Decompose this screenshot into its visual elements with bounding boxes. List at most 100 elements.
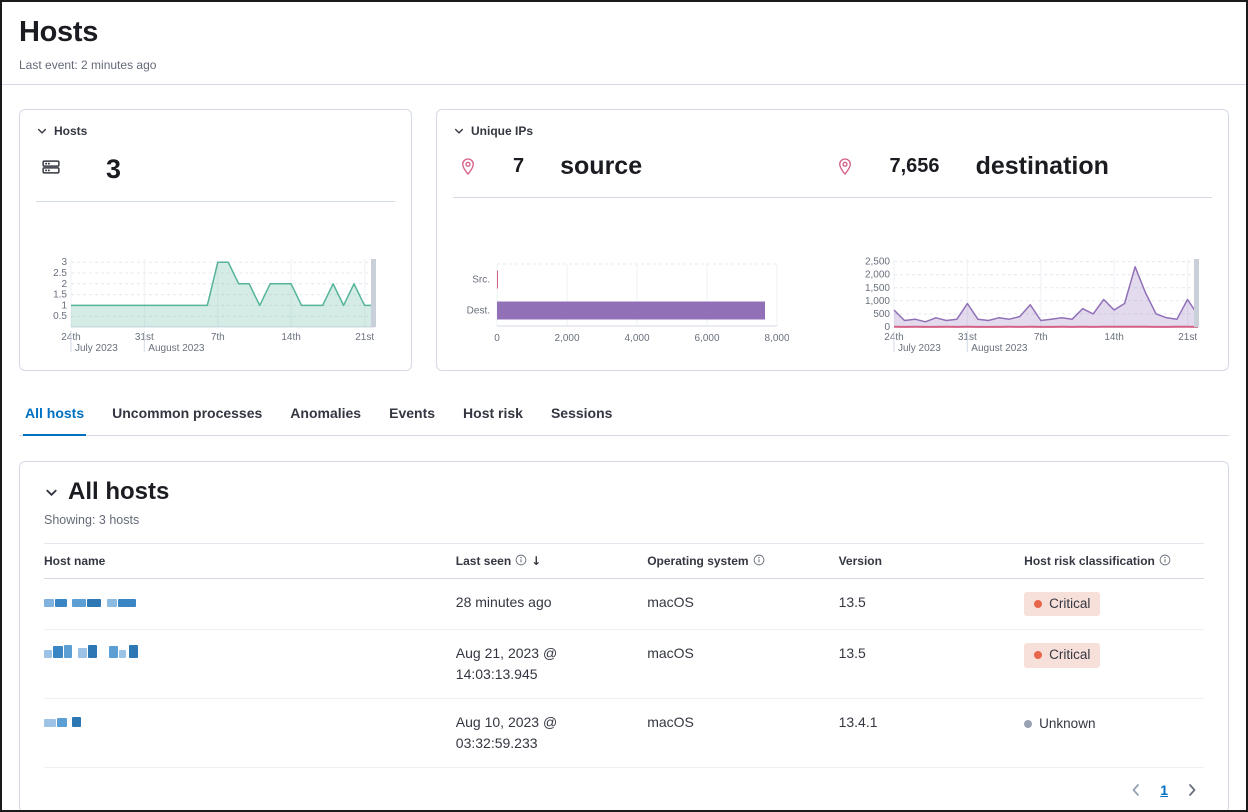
unique-ips-panel-title: Unique IPs (471, 124, 533, 138)
tab-sessions[interactable]: Sessions (549, 397, 614, 436)
host-row-1: 28 minutes agomacOS13.5Critical (44, 579, 1204, 630)
column-header-operating-system[interactable]: Operating system (647, 544, 838, 579)
prev-page-button[interactable] (1124, 778, 1148, 802)
chevron-left-icon (1128, 782, 1144, 798)
version-cell: 13.5 (839, 630, 1025, 699)
next-page-button[interactable] (1180, 778, 1204, 802)
svg-text:8,000: 8,000 (764, 333, 789, 344)
svg-text:2: 2 (61, 279, 67, 290)
info-icon[interactable] (515, 554, 527, 566)
host-name-cell (44, 579, 456, 630)
redacted-host-name[interactable] (44, 712, 81, 727)
map-pin-icon (459, 157, 477, 176)
risk-label: Critical (1049, 645, 1090, 665)
host-row-2: Aug 21, 2023 @ 14:03:13.945macOS13.5 Crit… (44, 630, 1204, 699)
risk-dot (1024, 720, 1032, 728)
svg-text:1.5: 1.5 (53, 290, 67, 301)
host-name-cell (44, 630, 456, 699)
tab-uncommon-processes[interactable]: Uncommon processes (110, 397, 264, 436)
hosts-area-chart: 32.521.510.524th31st7th14th21stJuly 2023… (47, 254, 385, 356)
redaction-block (72, 717, 81, 727)
pagination: 1 (44, 768, 1204, 806)
svg-text:1: 1 (61, 300, 67, 311)
risk-badge-critical: Critical (1024, 643, 1100, 667)
svg-text:August 2023: August 2023 (971, 343, 1028, 354)
redaction-block (53, 646, 63, 658)
showing-count: Showing: 3 hosts (44, 513, 1204, 527)
unique-ips-panel: Unique IPs 7 source 7,656 destination (436, 109, 1229, 371)
page-header: Hosts Last event: 2 minutes ago (2, 2, 1246, 85)
last-seen-cell: Aug 21, 2023 @ 14:03:13.945 (456, 630, 647, 699)
column-label: Last seen (456, 554, 511, 568)
tab-all-hosts[interactable]: All hosts (23, 397, 86, 436)
column-header-version[interactable]: Version (839, 544, 1025, 579)
destination-ips-count: 7,656 (890, 155, 940, 178)
svg-text:2,500: 2,500 (865, 257, 890, 268)
hosts-panel-toggle[interactable]: Hosts (36, 124, 395, 138)
svg-text:August 2023: August 2023 (148, 343, 205, 354)
info-icon[interactable] (1159, 554, 1171, 566)
svg-text:1,000: 1,000 (865, 296, 890, 307)
chevron-down-icon (453, 125, 465, 137)
hosts-kpi-panel: Hosts 3 32.521.510.524th31st7th14th21stJ… (19, 109, 412, 371)
tab-host-risk[interactable]: Host risk (461, 397, 525, 436)
redacted-host-name[interactable] (44, 643, 138, 658)
source-ips-label: source (560, 152, 642, 181)
all-hosts-title: All hosts (68, 478, 169, 506)
all-hosts-panel: All hosts Showing: 3 hosts Host nameLast… (19, 461, 1229, 812)
page-1-button[interactable]: 1 (1152, 780, 1176, 800)
svg-text:Dest.: Dest. (467, 306, 490, 317)
redaction-block (119, 650, 126, 658)
redaction-block (129, 645, 138, 658)
storage-icon (42, 158, 60, 181)
column-header-host-name[interactable]: Host name (44, 544, 456, 579)
svg-text:21st: 21st (1178, 332, 1197, 343)
page-title: Hosts (19, 16, 1229, 49)
last-seen-cell: Aug 10, 2023 @ 03:32:59.233 (456, 699, 647, 768)
source-ips-metric: 7 source (459, 152, 836, 181)
host-row-3: Aug 10, 2023 @ 03:32:59.233macOS13.4.1Un… (44, 699, 1204, 768)
redaction-block (72, 599, 86, 607)
tabs: All hosts Uncommon processes Anomalies Even… (19, 397, 1229, 436)
column-label: Version (839, 554, 882, 568)
chevron-down-icon (44, 485, 59, 500)
host-risk-cell: Critical (1024, 579, 1204, 630)
source-ips-count: 7 (513, 155, 524, 178)
svg-text:0: 0 (494, 333, 500, 344)
risk-badge-critical: Critical (1024, 592, 1100, 616)
column-header-last-seen[interactable]: Last seen↓ (456, 544, 647, 579)
unique-ips-area-chart: 2,5002,0001,5001,000500024th31st7th14th2… (856, 254, 1208, 356)
table-header: Host nameLast seen↓Operating system Versi… (44, 544, 1204, 579)
redacted-host-name[interactable] (44, 592, 136, 607)
operating-system-cell: macOS (647, 630, 838, 699)
redaction-block (44, 719, 56, 727)
divider (453, 197, 1212, 198)
column-label: Operating system (647, 554, 748, 568)
svg-text:6,000: 6,000 (694, 333, 719, 344)
all-hosts-toggle[interactable]: All hosts (44, 478, 1204, 506)
risk-badge-unknown: Unknown (1024, 712, 1105, 736)
svg-text:7th: 7th (1034, 332, 1048, 343)
destination-ips-metric: 7,656 destination (836, 152, 1213, 181)
redaction-block (44, 650, 52, 658)
column-header-host-risk-classification[interactable]: Host risk classification (1024, 544, 1204, 579)
redaction-block (118, 599, 136, 607)
redaction-block (64, 645, 72, 658)
tab-events[interactable]: Events (387, 397, 437, 436)
host-risk-cell: Critical (1024, 630, 1204, 699)
unique-ips-panel-toggle[interactable]: Unique IPs (453, 124, 1212, 138)
last-event-text: Last event: 2 minutes ago (19, 58, 1229, 72)
tab-anomalies[interactable]: Anomalies (288, 397, 363, 436)
risk-dot (1034, 651, 1042, 659)
svg-text:July 2023: July 2023 (75, 343, 118, 354)
svg-text:Src.: Src. (472, 275, 490, 286)
info-icon[interactable] (753, 554, 765, 566)
risk-dot (1034, 600, 1042, 608)
operating-system-cell: macOS (647, 699, 838, 768)
chevron-right-icon (1184, 782, 1200, 798)
host-risk-cell: Unknown (1024, 699, 1204, 768)
svg-text:2,000: 2,000 (865, 270, 890, 281)
svg-text:1,500: 1,500 (865, 283, 890, 294)
svg-text:500: 500 (873, 309, 890, 320)
redaction-block (78, 648, 87, 658)
